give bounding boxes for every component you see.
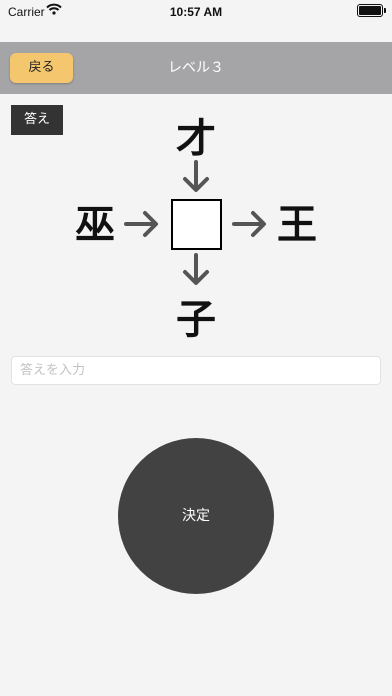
battery-icon bbox=[357, 4, 386, 17]
kanji-right: 王 bbox=[277, 202, 317, 248]
status-bar: Carrier 10:57 AM bbox=[0, 0, 392, 42]
answer-blank-box bbox=[171, 199, 222, 250]
clock: 10:57 AM bbox=[169, 5, 223, 19]
kanji-left: 巫 bbox=[75, 202, 115, 248]
arrow-down-icon bbox=[183, 253, 209, 285]
arrow-right-icon bbox=[124, 211, 158, 237]
navigation-bar: レベル３ 戻る bbox=[0, 42, 392, 94]
submit-button[interactable]: 決定 bbox=[118, 438, 274, 594]
kanji-top: 才 bbox=[176, 116, 216, 162]
answer-input[interactable] bbox=[11, 356, 381, 385]
show-answer-button[interactable]: 答え bbox=[11, 105, 63, 135]
arrow-down-icon bbox=[183, 160, 209, 192]
kanji-bottom: 子 bbox=[176, 297, 216, 343]
back-button[interactable]: 戻る bbox=[10, 53, 73, 83]
arrow-right-icon bbox=[232, 211, 266, 237]
